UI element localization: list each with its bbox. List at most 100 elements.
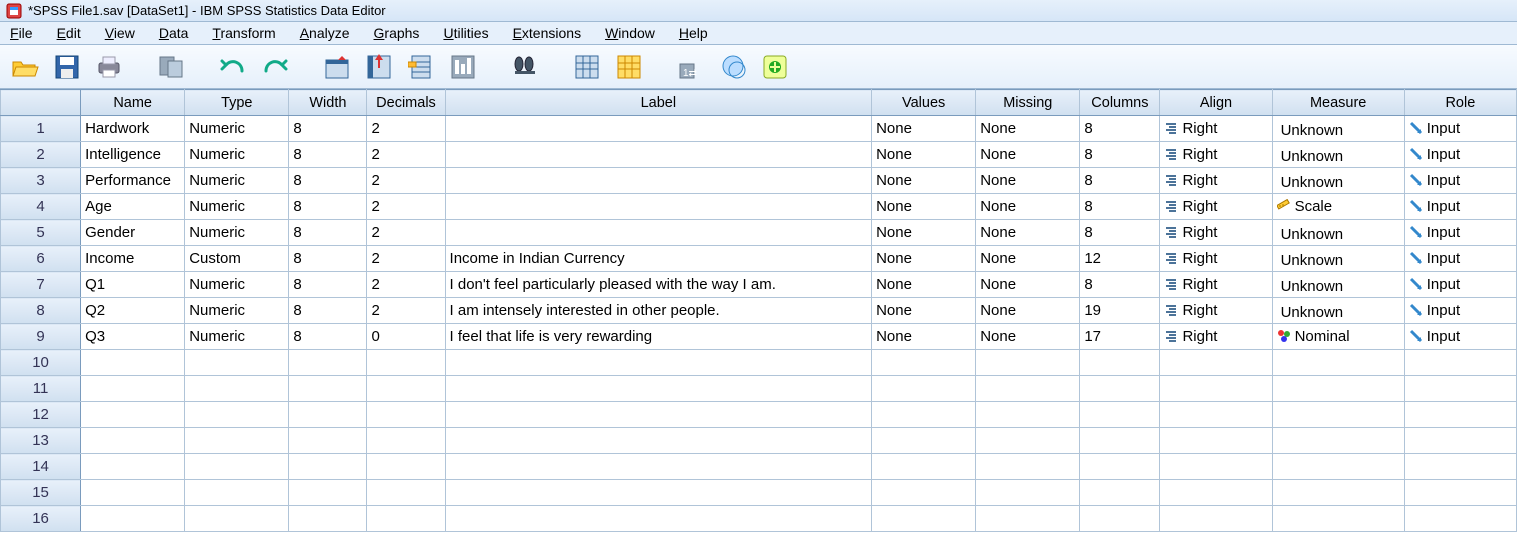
select-cases-icon[interactable]: 1⇄ [676, 52, 706, 82]
cell-label[interactable]: I feel that life is very rewarding [445, 324, 872, 350]
cell-align[interactable]: Right [1160, 246, 1272, 272]
cell-width[interactable]: 8 [289, 168, 367, 194]
split-file-icon[interactable] [572, 52, 602, 82]
menu-view[interactable]: View [105, 25, 135, 41]
row-header[interactable]: 3 [1, 168, 81, 194]
cell-width[interactable]: 8 [289, 194, 367, 220]
cell-columns[interactable]: 8 [1080, 220, 1160, 246]
cell-empty[interactable] [1080, 428, 1160, 454]
cell-empty[interactable] [81, 428, 185, 454]
cell-empty[interactable] [367, 350, 445, 376]
cell-values[interactable]: None [872, 298, 976, 324]
col-header[interactable]: Role [1404, 90, 1516, 116]
cell-type[interactable]: Custom [185, 246, 289, 272]
cell-empty[interactable] [976, 376, 1080, 402]
cell-width[interactable]: 8 [289, 298, 367, 324]
redo-icon[interactable] [260, 52, 290, 82]
cell-name[interactable]: Q2 [81, 298, 185, 324]
cell-name[interactable]: Age [81, 194, 185, 220]
cell-role[interactable]: Input [1404, 272, 1516, 298]
cell-align[interactable]: Right [1160, 116, 1272, 142]
recall-dialog-icon[interactable] [156, 52, 186, 82]
cell-type[interactable]: Numeric [185, 142, 289, 168]
cell-type[interactable]: Numeric [185, 116, 289, 142]
cell-values[interactable]: None [872, 142, 976, 168]
goto-variable-icon[interactable] [364, 52, 394, 82]
cell-missing[interactable]: None [976, 194, 1080, 220]
cell-empty[interactable] [976, 428, 1080, 454]
row-header[interactable]: 1 [1, 116, 81, 142]
cell-empty[interactable] [289, 428, 367, 454]
table-row[interactable]: 6IncomeCustom82Income in Indian Currency… [1, 246, 1517, 272]
cell-values[interactable]: None [872, 194, 976, 220]
cell-role[interactable]: Input [1404, 116, 1516, 142]
cell-empty[interactable] [445, 506, 872, 532]
cell-label[interactable]: I don't feel particularly pleased with t… [445, 272, 872, 298]
cell-empty[interactable] [185, 506, 289, 532]
cell-empty[interactable] [1080, 480, 1160, 506]
cell-values[interactable]: None [872, 116, 976, 142]
cell-width[interactable]: 8 [289, 246, 367, 272]
cell-empty[interactable] [1404, 506, 1516, 532]
row-header[interactable]: 15 [1, 480, 81, 506]
cell-empty[interactable] [445, 402, 872, 428]
row-header[interactable]: 12 [1, 402, 81, 428]
cell-empty[interactable] [289, 480, 367, 506]
cell-decimals[interactable]: 0 [367, 324, 445, 350]
col-header[interactable]: Width [289, 90, 367, 116]
cell-empty[interactable] [289, 350, 367, 376]
cell-align[interactable]: Right [1160, 298, 1272, 324]
cell-empty[interactable] [289, 376, 367, 402]
cell-decimals[interactable]: 2 [367, 116, 445, 142]
cell-empty[interactable] [185, 454, 289, 480]
cell-missing[interactable]: None [976, 298, 1080, 324]
cell-type[interactable]: Numeric [185, 324, 289, 350]
cell-empty[interactable] [367, 506, 445, 532]
col-header[interactable]: Missing [976, 90, 1080, 116]
cell-type[interactable]: Numeric [185, 220, 289, 246]
variable-view-grid[interactable]: Name Type Width Decimals Label Values Mi… [0, 89, 1517, 532]
cell-measure[interactable]: Unknown [1272, 272, 1404, 298]
cell-empty[interactable] [1160, 480, 1272, 506]
cell-empty[interactable] [81, 376, 185, 402]
cell-values[interactable]: None [872, 168, 976, 194]
run-descriptives-icon[interactable] [448, 52, 478, 82]
cell-label[interactable] [445, 168, 872, 194]
cell-role[interactable]: Input [1404, 168, 1516, 194]
cell-missing[interactable]: None [976, 324, 1080, 350]
cell-missing[interactable]: None [976, 116, 1080, 142]
cell-empty[interactable] [185, 428, 289, 454]
col-header[interactable]: Label [445, 90, 872, 116]
cell-decimals[interactable]: 2 [367, 246, 445, 272]
cell-empty[interactable] [1160, 402, 1272, 428]
row-header[interactable]: 4 [1, 194, 81, 220]
cell-empty[interactable] [367, 428, 445, 454]
table-row-empty[interactable]: 15 [1, 480, 1517, 506]
cell-align[interactable]: Right [1160, 272, 1272, 298]
cell-label[interactable] [445, 220, 872, 246]
table-row-empty[interactable]: 10 [1, 350, 1517, 376]
col-header[interactable]: Type [185, 90, 289, 116]
cell-values[interactable]: None [872, 272, 976, 298]
cell-empty[interactable] [81, 480, 185, 506]
undo-icon[interactable] [218, 52, 248, 82]
cell-name[interactable]: Gender [81, 220, 185, 246]
cell-empty[interactable] [976, 454, 1080, 480]
cell-missing[interactable]: None [976, 246, 1080, 272]
cell-empty[interactable] [1404, 454, 1516, 480]
cell-width[interactable]: 8 [289, 324, 367, 350]
cell-empty[interactable] [367, 480, 445, 506]
cell-empty[interactable] [1404, 350, 1516, 376]
cell-name[interactable]: Income [81, 246, 185, 272]
row-header[interactable]: 5 [1, 220, 81, 246]
open-icon[interactable] [10, 52, 40, 82]
cell-columns[interactable]: 8 [1080, 142, 1160, 168]
cell-missing[interactable]: None [976, 272, 1080, 298]
table-row-empty[interactable]: 16 [1, 506, 1517, 532]
cell-empty[interactable] [81, 402, 185, 428]
cell-empty[interactable] [1272, 402, 1404, 428]
menu-extensions[interactable]: Extensions [513, 25, 582, 41]
cell-empty[interactable] [872, 428, 976, 454]
cell-columns[interactable]: 8 [1080, 116, 1160, 142]
cell-empty[interactable] [1404, 376, 1516, 402]
